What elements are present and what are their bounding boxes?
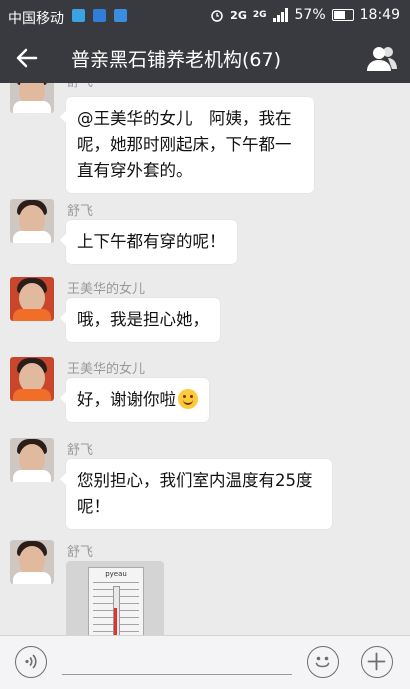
input-bar bbox=[0, 635, 410, 689]
avatar[interactable] bbox=[10, 277, 54, 321]
avatar[interactable] bbox=[10, 438, 54, 482]
back-arrow-icon[interactable] bbox=[14, 45, 40, 71]
gallery-notification-icon bbox=[93, 9, 106, 22]
network-type-1: 2G bbox=[230, 8, 247, 22]
message-text: 上下午都有穿的呢！ bbox=[77, 232, 226, 251]
sender-name: 舒飞 bbox=[67, 204, 94, 219]
avatar[interactable] bbox=[10, 357, 54, 401]
avatar[interactable] bbox=[10, 83, 54, 113]
emoji-button[interactable] bbox=[307, 646, 339, 678]
message-bubble[interactable]: 您别担心，我们室内温度有25度呢！ bbox=[60, 459, 332, 529]
plus-icon bbox=[367, 652, 386, 671]
message-bubble[interactable]: 哦，我是担心她， bbox=[60, 298, 220, 342]
sender-name: 舒飞 bbox=[67, 83, 93, 90]
battery-percent: 57% bbox=[294, 7, 326, 23]
status-bar: 中国移动 2G 2G 57% 18:49 bbox=[0, 0, 410, 33]
voice-icon bbox=[25, 654, 37, 669]
photo-brand-text: pyeau bbox=[105, 570, 127, 578]
message-text: @王美华的女儿 阿姨，我在呢，她那时刚起床，下午都一直有穿外套的。 bbox=[77, 109, 292, 180]
chat-messages[interactable]: 舒飞 @王美华的女儿 阿姨，我在呢，她那时刚起床，下午都一直有穿外套的。 舒飞 … bbox=[0, 83, 410, 635]
sender-name: 舒飞 bbox=[67, 443, 94, 458]
voice-button[interactable] bbox=[15, 646, 47, 678]
battery-icon bbox=[331, 9, 354, 21]
signal-icon bbox=[272, 8, 288, 22]
message-input[interactable] bbox=[62, 674, 292, 675]
avatar[interactable] bbox=[10, 540, 54, 584]
message-text: 哦，我是担心她， bbox=[77, 310, 209, 329]
group-members-icon[interactable] bbox=[366, 44, 398, 72]
chat-header: 普亲黑石铺养老机构(67) bbox=[0, 33, 410, 83]
more-button[interactable] bbox=[361, 646, 393, 678]
sender-name: 王美华的女儿 bbox=[67, 282, 146, 297]
app-notification-icon bbox=[114, 9, 127, 22]
smile-emoji-icon bbox=[178, 389, 198, 409]
thermometer-image: pyeau bbox=[88, 567, 144, 635]
sender-name: 舒飞 bbox=[67, 545, 94, 560]
message-bubble[interactable]: 好，谢谢你啦 bbox=[60, 378, 209, 422]
chat-notification-icon bbox=[72, 9, 85, 22]
network-type-2: 2G bbox=[252, 10, 267, 20]
message-text: 您别担心，我们室内温度有25度呢！ bbox=[77, 471, 313, 516]
avatar[interactable] bbox=[10, 199, 54, 243]
emoji-icon bbox=[315, 656, 330, 668]
message-text: 好，谢谢你啦 bbox=[77, 390, 176, 409]
clock: 18:49 bbox=[359, 7, 400, 23]
alarm-icon bbox=[211, 10, 223, 22]
message-bubble[interactable]: @王美华的女儿 阿姨，我在呢，她那时刚起床，下午都一直有穿外套的。 bbox=[60, 97, 314, 193]
message-bubble[interactable]: 上下午都有穿的呢！ bbox=[60, 220, 237, 264]
sender-name: 王美华的女儿 bbox=[67, 362, 146, 377]
carrier-label: 中国移动 bbox=[8, 11, 64, 27]
thermometer-photo[interactable]: pyeau bbox=[66, 561, 164, 635]
chat-title: 普亲黑石铺养老机构(67) bbox=[71, 49, 282, 71]
